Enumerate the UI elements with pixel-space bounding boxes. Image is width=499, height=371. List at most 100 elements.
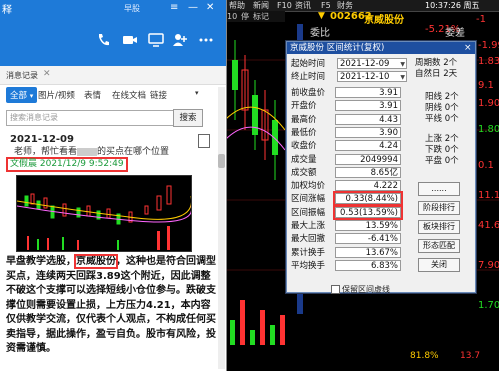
close-tab-icon[interactable]: ✕ bbox=[43, 69, 51, 79]
yang-count: 阳线 2个 bbox=[425, 92, 459, 102]
end-date-picker[interactable]: 2021-12-10 ▼ bbox=[337, 71, 407, 82]
right-value: 1.90 bbox=[478, 98, 499, 109]
stat-label: 最高价 bbox=[291, 114, 317, 125]
stat-label: 最低价 bbox=[291, 127, 317, 138]
right-value: -1 bbox=[476, 14, 486, 25]
filter-tab-all[interactable]: 全部 ▾ bbox=[6, 87, 38, 103]
body-text: 早盘教学选股， bbox=[6, 256, 76, 267]
end-time-row: 终止时间 2021-12-10 ▼ bbox=[287, 71, 407, 83]
stat-label: 最大上涨 bbox=[291, 221, 326, 231]
stat-label: 最大回撤 bbox=[291, 234, 326, 245]
stat-value: 13.67% bbox=[335, 246, 401, 258]
start-date-picker[interactable]: 2021-12-09 ▼ bbox=[337, 58, 407, 69]
message-text: 老师，帮忙看看 的买点在哪个位置 bbox=[14, 144, 169, 157]
menu-f5[interactable]: F5 bbox=[321, 0, 331, 11]
dropdown-icon[interactable]: ▼ bbox=[318, 11, 325, 21]
stat-label: 收盘价 bbox=[291, 141, 317, 152]
message-record-tabbar: 消息记录 ✕ bbox=[0, 66, 226, 85]
terminal-bottom-bar: 81.8% 13.7 bbox=[225, 345, 499, 371]
scrollbar-thumb[interactable] bbox=[218, 154, 225, 168]
stat-value: 0.53(13.59%) bbox=[333, 204, 403, 220]
filter-tab-media[interactable]: 图片/视频 bbox=[38, 89, 75, 101]
stat-value: 0.33(8.44%) bbox=[333, 191, 403, 207]
end-date-value: 2021-12-10 bbox=[340, 72, 390, 82]
message-prefix: 老师，帮忙看看 bbox=[14, 147, 78, 157]
message-record-tab[interactable]: 消息记录 bbox=[6, 70, 38, 81]
weibi-label: 委比 bbox=[310, 28, 330, 39]
stat-row: 收盘价 4.24 bbox=[287, 140, 407, 152]
search-button[interactable]: 搜索 bbox=[173, 109, 203, 127]
menu-info[interactable]: 资讯 bbox=[295, 0, 311, 11]
minimize-icon[interactable]: — bbox=[188, 2, 198, 13]
checkbox-label: 保留区间虚线 bbox=[342, 285, 390, 294]
stat-row: 成交额 8.65亿 bbox=[287, 166, 407, 179]
pattern-match-button[interactable]: 形态匹配 bbox=[418, 239, 460, 253]
weicha-label: 委差 bbox=[445, 28, 465, 39]
stat-value: 8.65亿 bbox=[335, 166, 401, 178]
flat-count: 平线 0个 bbox=[425, 114, 459, 124]
stat-row: 加权均价 4.222 bbox=[287, 180, 407, 192]
highlighted-stock-name: 京威股份 bbox=[74, 254, 118, 269]
search-input[interactable]: 搜索消息记录 bbox=[6, 110, 174, 126]
scrollbar-track[interactable] bbox=[218, 87, 225, 369]
stat-label: 区间涨幅 bbox=[291, 194, 326, 205]
checkbox-box[interactable] bbox=[331, 285, 340, 294]
filter-tab-emoji[interactable]: 表情 bbox=[84, 89, 101, 101]
search-row: 搜索消息记录 搜索 bbox=[0, 107, 226, 129]
stat-value: 3.91 bbox=[335, 100, 401, 112]
phone-icon[interactable] bbox=[96, 32, 112, 48]
toolbar-item[interactable]: 标记 bbox=[253, 11, 269, 22]
bottom-value: 81.8% bbox=[410, 351, 439, 361]
stage-ranking-button[interactable]: 阶段排行 bbox=[418, 201, 460, 215]
toolbar-item[interactable]: 停 bbox=[241, 11, 249, 22]
menu-icon[interactable]: ≡ bbox=[170, 2, 178, 13]
stat-value: 4.24 bbox=[335, 140, 401, 152]
more-button[interactable]: ...... bbox=[418, 182, 460, 196]
sector-ranking-button[interactable]: 板块排行 bbox=[418, 220, 460, 234]
stat-row: 最大回撤 -6.41% bbox=[287, 233, 407, 245]
stat-label: 前收盘价 bbox=[291, 88, 326, 98]
stat-row: 最低价 3.90 bbox=[287, 126, 407, 139]
document-icon[interactable] bbox=[198, 134, 210, 148]
video-call-icon[interactable] bbox=[122, 32, 138, 48]
right-value: 1.80 bbox=[478, 124, 499, 135]
sender-timestamp: 文假晨 2021/12/9 9:52:49 bbox=[6, 157, 128, 172]
stat-label: 成交量 bbox=[291, 154, 317, 165]
dialog-close-icon[interactable]: × bbox=[464, 42, 472, 54]
filter-tab-docs[interactable]: 在线文档 bbox=[112, 89, 146, 101]
filter-tab-links[interactable]: 链接 bbox=[150, 89, 167, 101]
keep-dashed-checkbox[interactable]: 保留区间虚线 bbox=[331, 284, 390, 295]
right-value: 9.1 bbox=[478, 80, 494, 91]
stat-label: 加权均价 bbox=[291, 181, 326, 192]
stat-row: 最大上涨 13.59% bbox=[287, 220, 407, 232]
stat-row: 平均换手 6.83% bbox=[287, 259, 407, 272]
right-value: 0.1 bbox=[478, 160, 494, 171]
close-button[interactable]: 关闭 bbox=[418, 258, 460, 272]
chat-toolbar bbox=[0, 18, 226, 66]
toolbar-item[interactable]: 10 bbox=[227, 11, 237, 22]
menu-finance[interactable]: 财务 bbox=[337, 0, 353, 11]
bottom-value: 13.7 bbox=[460, 351, 481, 361]
dialog-title: 京威股份 区间统计(复权) bbox=[290, 43, 385, 53]
start-time-row: 起始时间 2021-12-09 ▼ bbox=[287, 58, 407, 70]
stat-value: 4.222 bbox=[335, 180, 401, 192]
stat-value: 3.91 bbox=[335, 87, 401, 98]
screen-share-icon[interactable] bbox=[148, 32, 164, 48]
menu-news[interactable]: 新闻 bbox=[253, 0, 269, 11]
stat-row: 开盘价 3.91 bbox=[287, 100, 407, 112]
stat-label: 平均换手 bbox=[291, 260, 326, 271]
chevron-down-icon: ▼ bbox=[400, 61, 405, 68]
chart-screenshot-thumbnail[interactable] bbox=[16, 175, 192, 252]
down-count: 下跌 0个 bbox=[425, 145, 459, 155]
close-icon[interactable]: ✕ bbox=[206, 2, 214, 13]
more-icon[interactable] bbox=[198, 32, 214, 48]
menu-f10[interactable]: F10 bbox=[277, 0, 292, 11]
add-member-icon[interactable] bbox=[172, 32, 188, 48]
dialog-titlebar: 京威股份 区间统计(复权) × bbox=[287, 42, 475, 54]
chevron-down-icon[interactable]: ▾ bbox=[195, 89, 199, 97]
stat-row: 前收盘价 3.91 bbox=[287, 87, 407, 99]
menu-help[interactable]: 帮助 bbox=[229, 0, 245, 11]
stat-value: -6.41% bbox=[335, 233, 401, 245]
yin-count: 阴线 0个 bbox=[425, 103, 459, 113]
filter-tabs: 全部 ▾ 图片/视频 表情 在线文档 链接 ▾ bbox=[0, 85, 226, 105]
